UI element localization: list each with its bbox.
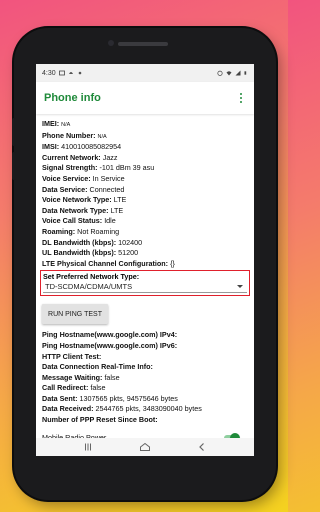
info-value: -101 dBm 39 asu (99, 163, 155, 173)
info-value: {} (170, 258, 175, 268)
info-label: Ping Hostname(www.google.com) IPv4: (42, 330, 178, 340)
front-camera (108, 40, 114, 46)
info-row: Signal Strength: -101 dBm 39 asu (42, 163, 248, 174)
info-row: Ping Hostname(www.google.com) IPv6: (42, 341, 248, 352)
run-ping-test-button[interactable]: RUN PING TEST (42, 304, 108, 325)
volume-up-button (12, 118, 16, 146)
status-bar: 4:30 (36, 64, 254, 82)
info-value: N/A (97, 133, 107, 140)
info-label: Ping Hostname(www.google.com) IPv6: (42, 340, 178, 350)
info-row: Data Received: 2544765 pkts, 3483090040 b… (42, 404, 248, 415)
info-value: false (104, 372, 120, 382)
home-icon[interactable] (139, 442, 151, 452)
info-value: false (90, 383, 106, 393)
info-label: Message Waiting: (42, 372, 103, 382)
info-label: UL Bandwidth (kbps): (42, 248, 117, 258)
info-row: HTTP Client Test: (42, 352, 248, 363)
info-row: Data Sent: 1307565 pkts, 94575646 bytes (42, 394, 248, 405)
info-row: DL Bandwidth (kbps): 102400 (42, 238, 248, 249)
info-label: Current Network: (42, 152, 101, 162)
info-value: 102400 (118, 237, 143, 247)
info-row: Call Redirect: false (42, 383, 248, 394)
info-row: IMEI: N/A (42, 119, 248, 131)
info-row: IMSI: 410010085082954 (42, 142, 248, 153)
volume-down-button (12, 152, 16, 180)
info-value: Idle (104, 216, 116, 226)
info-row: Ping Hostname(www.google.com) IPv4: (42, 330, 248, 341)
info-label: IMEI: (42, 119, 60, 128)
info-label: Data Received: (42, 404, 94, 414)
info-row: Phone Number: N/A (42, 131, 248, 143)
info-label: Voice Network Type: (42, 195, 112, 205)
info-value: In Service (92, 173, 125, 183)
recents-icon[interactable] (83, 442, 93, 452)
status-time: 4:30 (42, 69, 56, 77)
info-label: IMSI: (42, 142, 60, 152)
info-list: IMEI: N/A Phone Number: N/A IMSI: 41001008508… (36, 114, 254, 456)
wifi-icon (226, 71, 232, 76)
page-title: Phone info (44, 92, 101, 104)
navigation-bar (36, 438, 254, 456)
info-label: Data Sent: (42, 393, 78, 403)
info-row: LTE Physical Channel Configuration:{} (42, 259, 248, 270)
info-row: Number of PPP Reset Since Boot: (42, 415, 248, 426)
info-value: N/A (61, 122, 71, 128)
info-value: 410010085082954 (61, 142, 122, 152)
info-row: Voice Call Status: Idle (42, 216, 248, 227)
alarm-icon (217, 70, 223, 76)
info-label: Number of PPP Reset Since Boot: (42, 415, 158, 425)
info-row: Current Network: Jazz (42, 153, 248, 164)
info-label: Data Connection Real-Time Info: (42, 362, 153, 372)
back-icon[interactable] (197, 442, 207, 452)
info-value: 51200 (118, 248, 139, 258)
info-row: Voice Network Type: LTE (42, 195, 248, 206)
info-row: Voice Service: In Service (42, 174, 248, 185)
info-label: Voice Service: (42, 173, 91, 183)
preferred-network-section: Set Preferred Network Type: TD-SCDMA/CDM… (40, 270, 250, 297)
notification-dot-icon (78, 71, 81, 75)
preferred-network-dropdown[interactable]: TD-SCDMA/CDMA/UMTS (43, 281, 247, 294)
info-label: DL Bandwidth (kbps): (42, 237, 117, 247)
info-value: LTE (110, 205, 124, 215)
info-value: Connected (89, 184, 125, 194)
app-bar: Phone info (36, 82, 254, 114)
signal-icon (235, 70, 241, 76)
preferred-network-value: TD-SCDMA/CDMA/UMTS (45, 282, 133, 292)
info-row: Data Connection Real-Time Info: (42, 362, 248, 373)
info-label: Data Service: (42, 184, 88, 194)
info-value: Jazz (102, 152, 118, 162)
info-label: Signal Strength: (42, 163, 98, 173)
info-row: Roaming: Not Roaming (42, 227, 248, 238)
screen: 4:30 Phone info IMEI: N/A Phone Number: N/A… (36, 64, 254, 456)
dropdown-arrow-icon (237, 285, 243, 289)
message-icon (58, 70, 65, 76)
info-value: 2544765 pkts, 3483090040 bytes (95, 404, 202, 414)
info-row: Data Network Type: LTE (42, 206, 248, 217)
more-options-icon[interactable] (236, 90, 246, 106)
info-label: Phone Number: (42, 130, 96, 140)
info-label: LTE Physical Channel Configuration: (42, 258, 169, 268)
info-value: 1307565 pkts, 94575646 bytes (79, 393, 178, 403)
android-icon (68, 72, 73, 74)
info-label: HTTP Client Test: (42, 351, 102, 361)
info-label: Voice Call Status: (42, 216, 103, 226)
info-row: Data Service: Connected (42, 185, 248, 196)
info-value: LTE (113, 195, 127, 205)
info-label: Data Network Type: (42, 205, 109, 215)
info-row: UL Bandwidth (kbps): 51200 (42, 248, 248, 259)
info-label: Call Redirect: (42, 383, 89, 393)
info-value: Not Roaming (77, 226, 120, 236)
info-row: Message Waiting: false (42, 373, 248, 384)
battery-icon (244, 71, 247, 75)
info-label: Roaming: (42, 226, 76, 236)
preferred-network-label: Set Preferred Network Type: (43, 272, 140, 282)
earpiece-speaker (118, 42, 168, 46)
